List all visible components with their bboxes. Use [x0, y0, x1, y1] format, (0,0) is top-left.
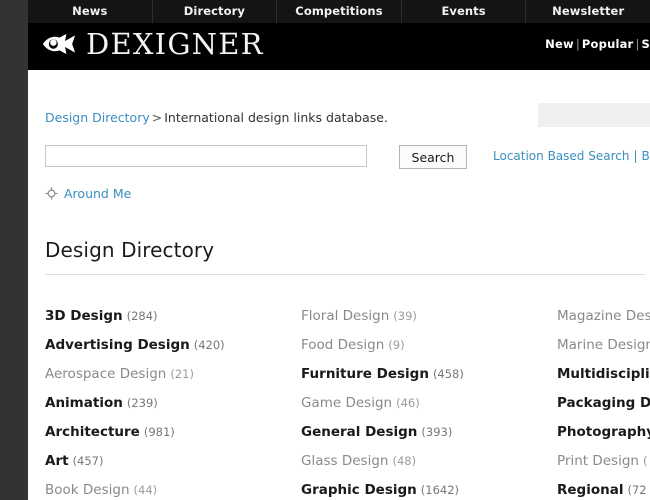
- category-count: (21): [166, 367, 194, 381]
- category-count: (458): [429, 367, 464, 381]
- category-name: Glass Design: [301, 453, 388, 469]
- page-root: News Directory Competitions Events Newsl…: [0, 0, 650, 500]
- category-count: (48): [388, 454, 416, 468]
- category-name: Book Design: [45, 482, 130, 498]
- category-name: Floral Design: [301, 308, 389, 324]
- target-crosshair-icon: [45, 187, 58, 200]
- category-name: General Design: [301, 424, 417, 440]
- list-item[interactable]: Aerospace Design(21): [45, 358, 301, 387]
- category-name: Aerospace Design: [45, 366, 166, 382]
- list-item[interactable]: Glass Design(48): [301, 445, 557, 474]
- list-item[interactable]: Food Design(9): [301, 329, 557, 358]
- list-item[interactable]: Architecture(981): [45, 416, 301, 445]
- category-name: Advertising Design: [45, 337, 190, 353]
- topnav-item-events[interactable]: Events: [402, 0, 527, 23]
- header-utility-links: New|Popular|S: [545, 37, 650, 51]
- category-count: (981): [140, 425, 175, 439]
- header-link-truncated[interactable]: S: [642, 37, 650, 51]
- site-header: DEXIGNER New|Popular|S: [28, 23, 650, 70]
- topnav-item-directory[interactable]: Directory: [153, 0, 278, 23]
- category-count: (457): [69, 454, 104, 468]
- topnav-item-newsletter[interactable]: Newsletter: [526, 0, 650, 23]
- around-me-label: Around Me: [64, 186, 131, 201]
- site-logo-text: DEXIGNER: [86, 27, 264, 61]
- list-item[interactable]: Animation(239): [45, 387, 301, 416]
- search-row: Search Location Based Search|Browse: [45, 145, 650, 171]
- directory-column-1: 3D Design(284) Advertising Design(420) A…: [45, 300, 301, 500]
- category-name: Multidisciplinary Design: [557, 366, 650, 382]
- list-item[interactable]: Furniture Design(458): [301, 358, 557, 387]
- browse-link[interactable]: Browse: [642, 149, 650, 163]
- header-link-popular[interactable]: Popular: [582, 37, 634, 51]
- list-item[interactable]: Marine Design: [557, 329, 650, 358]
- list-item[interactable]: General Design(393): [301, 416, 557, 445]
- search-input[interactable]: [45, 145, 367, 167]
- category-name: Animation: [45, 395, 123, 411]
- around-me-button[interactable]: Around Me: [45, 186, 131, 201]
- list-item[interactable]: Floral Design(39): [301, 300, 557, 329]
- directory-column-3: Magazine Design Marine Design Multidisci…: [557, 300, 650, 500]
- list-item[interactable]: Print Design(: [557, 445, 650, 474]
- category-count: (72: [623, 483, 646, 497]
- topnav-item-news[interactable]: News: [28, 0, 153, 23]
- title-divider: [45, 274, 645, 275]
- list-item[interactable]: Packaging Design: [557, 387, 650, 416]
- category-name: Magazine Design: [557, 308, 650, 324]
- breadcrumb-chevron: >: [150, 110, 164, 125]
- category-name: Photography: [557, 424, 650, 440]
- ad-placeholder: [538, 103, 650, 127]
- list-item[interactable]: Photography: [557, 416, 650, 445]
- category-name: Graphic Design: [301, 482, 417, 498]
- category-count: (39): [389, 309, 417, 323]
- category-count: (393): [417, 425, 452, 439]
- list-item[interactable]: Graphic Design(1642): [301, 474, 557, 500]
- search-button[interactable]: Search: [399, 145, 467, 169]
- breadcrumb: Design Directory>International design li…: [45, 110, 388, 125]
- header-link-separator-1: |: [574, 37, 582, 51]
- location-based-search-link[interactable]: Location Based Search: [493, 149, 629, 163]
- page-title: Design Directory: [45, 238, 214, 262]
- category-count: (46): [392, 396, 420, 410]
- breadcrumb-current: International design links database.: [164, 110, 388, 125]
- list-item[interactable]: Game Design(46): [301, 387, 557, 416]
- list-item[interactable]: Regional(72: [557, 474, 650, 500]
- list-item[interactable]: Advertising Design(420): [45, 329, 301, 358]
- category-count: (284): [123, 309, 158, 323]
- header-link-new[interactable]: New: [545, 37, 574, 51]
- category-name: Game Design: [301, 395, 392, 411]
- category-count: (239): [123, 396, 158, 410]
- list-item[interactable]: Multidisciplinary Design: [557, 358, 650, 387]
- list-item[interactable]: 3D Design(284): [45, 300, 301, 329]
- topnav-item-competitions[interactable]: Competitions: [277, 0, 402, 23]
- directory-columns: 3D Design(284) Advertising Design(420) A…: [45, 300, 650, 500]
- fish-icon: [41, 32, 77, 56]
- category-count: (420): [190, 338, 225, 352]
- category-name: 3D Design: [45, 308, 123, 324]
- category-name: Print Design: [557, 453, 639, 469]
- category-name: Art: [45, 453, 69, 469]
- top-navigation-bar: News Directory Competitions Events Newsl…: [0, 0, 650, 23]
- header-link-separator-2: |: [633, 37, 641, 51]
- category-count: (9): [384, 338, 404, 352]
- list-item[interactable]: Book Design(44): [45, 474, 301, 500]
- search-extra-links: Location Based Search|Browse: [493, 149, 650, 163]
- category-count: (: [639, 454, 648, 468]
- list-item[interactable]: Magazine Design: [557, 300, 650, 329]
- category-name: Food Design: [301, 337, 384, 353]
- category-name: Regional: [557, 482, 623, 498]
- main-content: Design Directory>International design li…: [28, 70, 650, 500]
- category-name: Marine Design: [557, 337, 650, 353]
- left-rail: [0, 0, 28, 500]
- site-logo[interactable]: DEXIGNER: [41, 27, 264, 61]
- category-count: (44): [130, 483, 158, 497]
- directory-column-2: Floral Design(39) Food Design(9) Furnitu…: [301, 300, 557, 500]
- search-links-separator: |: [629, 149, 641, 163]
- category-name: Architecture: [45, 424, 140, 440]
- list-item[interactable]: Art(457): [45, 445, 301, 474]
- category-count: (1642): [417, 483, 459, 497]
- breadcrumb-link-design-directory[interactable]: Design Directory: [45, 110, 150, 125]
- category-name: Packaging Design: [557, 395, 650, 411]
- category-name: Furniture Design: [301, 366, 429, 382]
